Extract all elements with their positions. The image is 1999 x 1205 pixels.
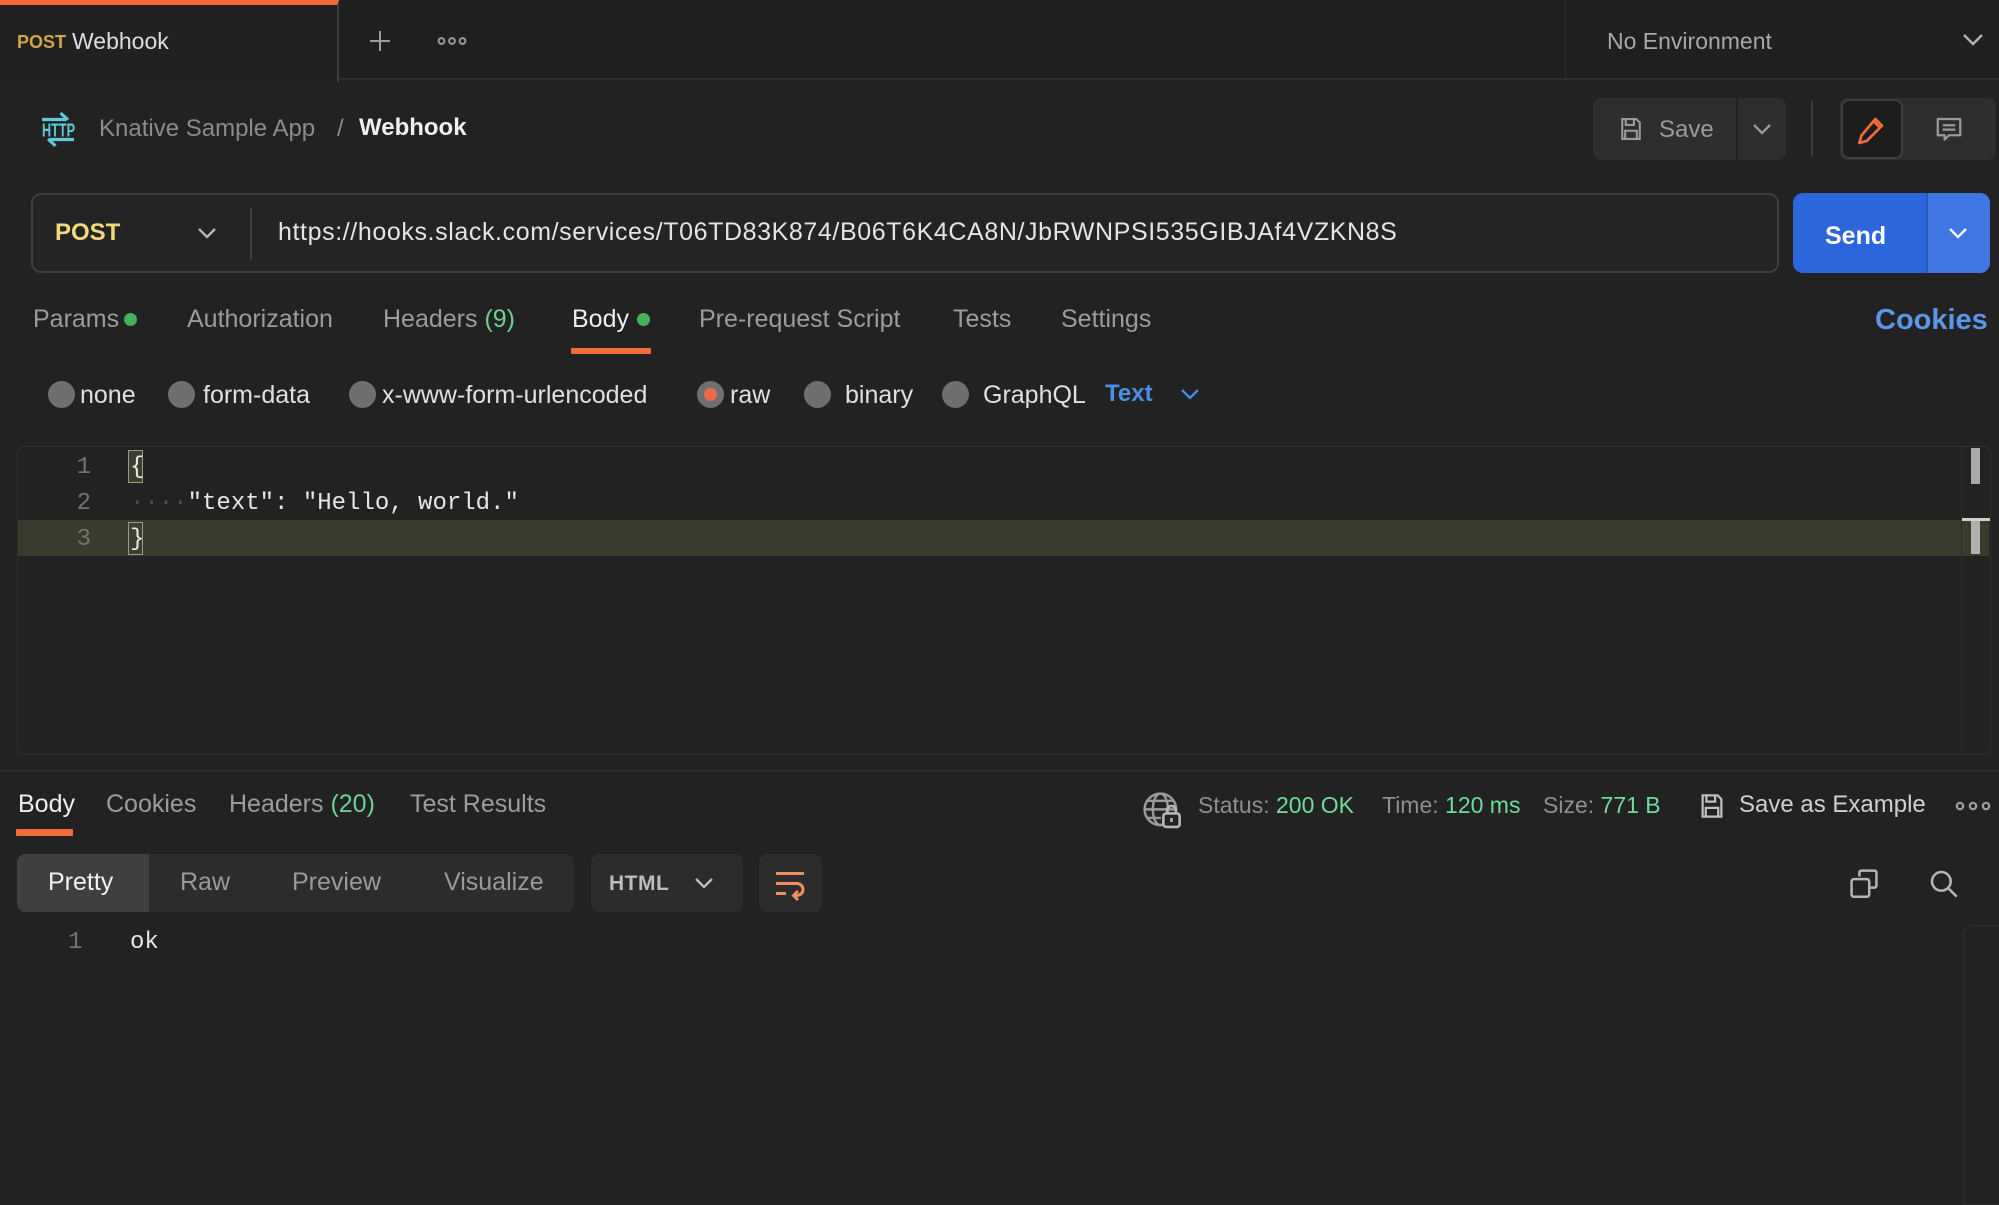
svg-text:HTTP: HTTP (42, 121, 75, 141)
